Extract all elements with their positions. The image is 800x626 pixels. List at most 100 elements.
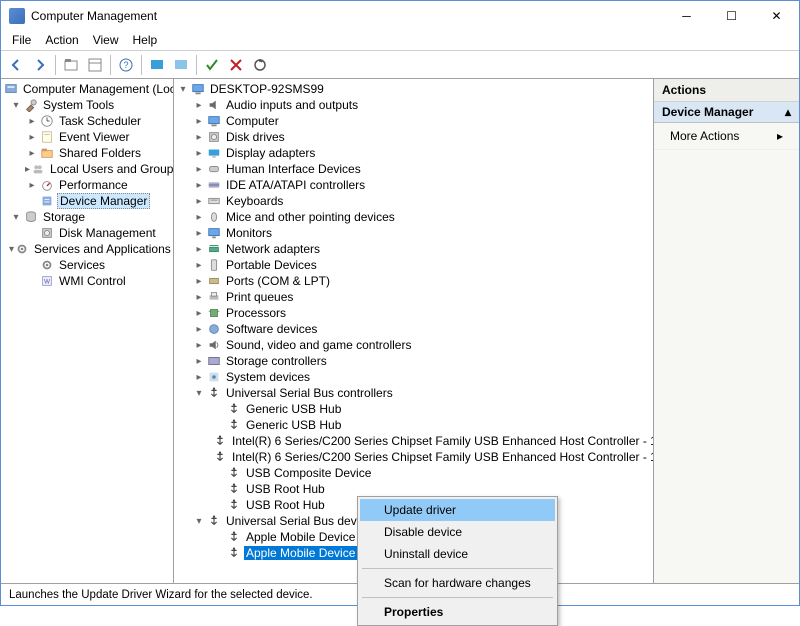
expand-toggle[interactable]: ▸ [192,260,206,271]
expand-toggle[interactable]: ▸ [192,100,206,111]
actions-section-label: Device Manager [662,105,753,119]
expand-toggle[interactable]: ▸ [25,132,39,143]
context-menu-item[interactable]: Scan for hardware changes [360,572,555,594]
device-item[interactable]: ▸Storage controllers [176,353,651,369]
actions-section[interactable]: Device Manager ▴ [654,102,799,123]
tree-item[interactable]: Services [3,257,171,273]
device-item[interactable]: ▸Monitors [176,225,651,241]
device-item[interactable]: ▸Audio inputs and outputs [176,97,651,113]
tree-item[interactable]: Disk Management [3,225,171,241]
expand-toggle[interactable]: ▸ [25,116,39,127]
device-item[interactable]: Generic USB Hub [176,401,651,417]
scan-button[interactable] [170,54,192,76]
tree-item[interactable]: ▸Performance [3,177,171,193]
device-item[interactable]: ▸System devices [176,369,651,385]
expand-toggle[interactable]: ▾ [192,516,206,527]
tree-item[interactable]: Device Manager [3,193,171,209]
device-item[interactable]: ▾Universal Serial Bus controllers [176,385,651,401]
device-item[interactable]: USB Composite Device [176,465,651,481]
expand-toggle[interactable]: ▸ [25,148,39,159]
expand-toggle[interactable]: ▸ [25,180,39,191]
minimize-button[interactable]: ─ [664,2,709,31]
tree-item[interactable]: ▸Event Viewer [3,129,171,145]
tree-item[interactable]: ▸Shared Folders [3,145,171,161]
device-item[interactable]: ▸ Computer [176,113,651,129]
expand-toggle[interactable]: ▸ [192,308,206,319]
expand-toggle[interactable]: ▸ [192,180,206,191]
expand-toggle[interactable]: ▸ [192,292,206,303]
usb-icon [226,481,242,497]
device-item[interactable]: ▾DESKTOP-92SMS99 [176,81,651,97]
expand-toggle[interactable]: ▸ [192,356,206,367]
tree-item[interactable]: ▾System Tools [3,97,171,113]
expand-toggle[interactable]: ▸ [192,372,206,383]
expand-toggle[interactable]: ▸ [192,148,206,159]
properties-button[interactable] [84,54,106,76]
menu-help[interactable]: Help [126,31,165,50]
expand-toggle[interactable]: ▸ [192,132,206,143]
device-label: Ports (COM & LPT) [224,274,332,288]
device-item[interactable]: ▸Human Interface Devices [176,161,651,177]
device-item[interactable]: Generic USB Hub [176,417,651,433]
expand-toggle[interactable]: ▾ [9,212,23,223]
expand-toggle[interactable]: ▸ [192,196,206,207]
context-menu-item[interactable]: Update driver [360,499,555,521]
nav-back-button[interactable] [5,54,27,76]
expand-toggle[interactable]: ▾ [192,388,206,399]
up-button[interactable] [60,54,82,76]
expand-toggle[interactable]: ▸ [192,212,206,223]
maximize-button[interactable]: ☐ [709,2,754,31]
tree-item[interactable]: ▾Storage [3,209,171,225]
expand-toggle[interactable]: ▸ [192,164,206,175]
help-button[interactable]: ? [115,54,137,76]
device-item[interactable]: ▸Network adapters [176,241,651,257]
device-label: Computer [224,114,281,128]
menu-view[interactable]: View [86,31,126,50]
tree-item[interactable]: ▾Services and Applications [3,241,171,257]
tree-item[interactable]: ▸Local Users and Groups [3,161,171,177]
disable-button[interactable] [225,54,247,76]
tree-item[interactable]: WWMI Control [3,273,171,289]
status-text: Launches the Update Driver Wizard for th… [9,589,313,601]
expand-toggle[interactable]: ▸ [192,116,206,127]
device-item[interactable]: ▸Print queues [176,289,651,305]
device-item[interactable]: ▸Software devices [176,321,651,337]
device-item[interactable]: USB Root Hub [176,481,651,497]
show-hidden-button[interactable] [146,54,168,76]
device-item[interactable]: ▸ Ports (COM & LPT) [176,273,651,289]
device-item[interactable]: ▸Keyboards [176,193,651,209]
tree-item[interactable]: ▸Task Scheduler [3,113,171,129]
update-button[interactable] [249,54,271,76]
expand-toggle[interactable]: ▾ [176,84,190,95]
tree-item[interactable]: Computer Management (Local) [3,81,171,97]
expand-toggle[interactable]: ▸ [192,244,206,255]
device-item[interactable]: ▸IDE ATA/ATAPI controllers [176,177,651,193]
device-item[interactable]: ▸Portable Devices [176,257,651,273]
console-tree[interactable]: Computer Management (Local)▾System Tools… [1,79,174,583]
expand-toggle[interactable]: ▾ [9,100,23,111]
actions-item[interactable]: More Actions ▸ [654,123,799,150]
menu-action[interactable]: Action [38,31,85,50]
expand-toggle[interactable]: ▸ [192,340,206,351]
device-item[interactable]: ▸Display adapters [176,145,651,161]
expand-toggle[interactable]: ▸ [192,324,206,335]
title-bar: Computer Management ─ ☐ ✕ [1,1,799,31]
expand-toggle[interactable]: ▸ [192,276,206,287]
device-item[interactable]: ▸Sound, video and game controllers [176,337,651,353]
hid-icon [206,161,222,177]
portable-icon [206,257,222,273]
usb-icon [206,385,222,401]
device-item[interactable]: Intel(R) 6 Series/C200 Series Chipset Fa… [176,433,651,449]
device-item[interactable]: ▸Processors [176,305,651,321]
expand-toggle[interactable]: ▸ [192,228,206,239]
menu-file[interactable]: File [5,31,38,50]
context-menu-item[interactable]: Disable device [360,521,555,543]
context-menu-item[interactable]: Properties [360,601,555,623]
device-item[interactable]: Intel(R) 6 Series/C200 Series Chipset Fa… [176,449,651,465]
device-item[interactable]: ▸Disk drives [176,129,651,145]
device-item[interactable]: ▸Mice and other pointing devices [176,209,651,225]
enable-button[interactable] [201,54,223,76]
nav-forward-button[interactable] [29,54,51,76]
close-button[interactable]: ✕ [754,2,799,31]
context-menu-item[interactable]: Uninstall device [360,543,555,565]
